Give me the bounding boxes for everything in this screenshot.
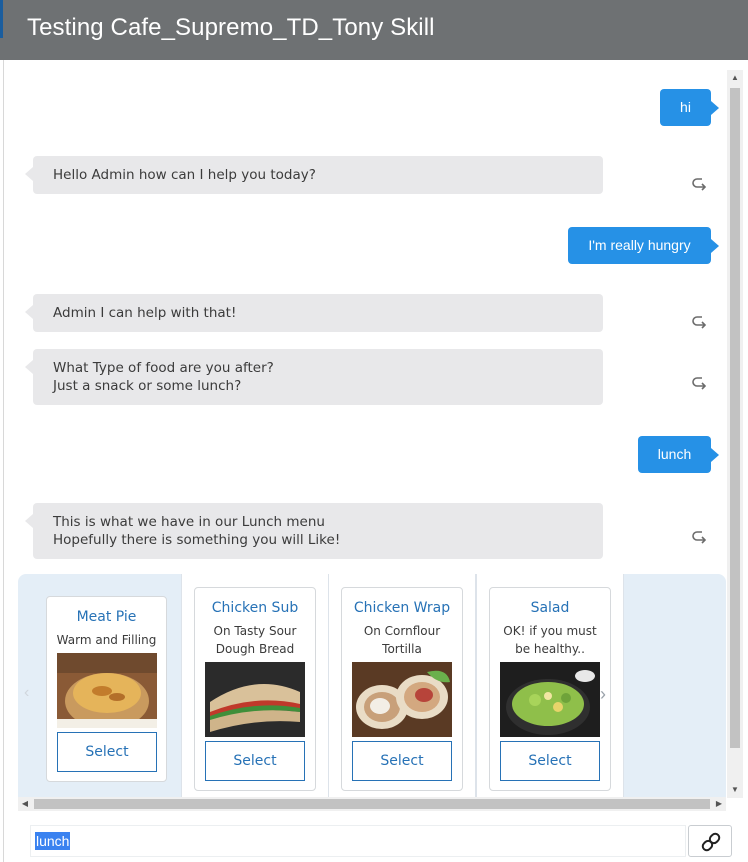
window-title: Testing Cafe_Supremo_TD_Tony Skill [27,14,435,41]
card-title: Chicken Sub [211,600,299,616]
bot-message: Admin I can help with that! [25,294,603,332]
menu-card-meat-pie: Meat Pie Warm and Filling Select [46,596,167,782]
select-button[interactable]: Select [500,741,600,781]
select-button[interactable]: Select [352,741,452,781]
title-accent [0,0,3,38]
bot-message-line: What Type of food are you after? [53,360,274,376]
reply-icon[interactable] [690,528,710,548]
scroll-right-arrow-icon[interactable]: ▶ [712,797,726,811]
card-subtitle: Warm and Filling [56,633,157,647]
user-message: lunch [638,436,719,473]
card-subtitle: On Cornflour Tortilla [363,624,441,656]
menu-card-salad: Salad OK! if you must be healthy.. Selec… [489,587,611,791]
meat-pie-image [57,653,157,728]
menu-card-chicken-wrap: Chicken Wrap On Cornflour Tortilla Selec… [341,587,463,791]
bot-message-line: Admin I can help with that! [53,305,237,321]
select-button[interactable]: Select [205,741,305,781]
attach-link-button[interactable] [688,825,732,857]
horizontal-scrollbar[interactable]: ◀ ▶ [18,797,726,811]
card-subtitle: OK! if you must be healthy.. [503,624,597,656]
bot-message: This is what we have in our Lunch menu H… [25,503,603,559]
link-icon [701,832,721,852]
scroll-down-arrow-icon[interactable]: ▼ [727,782,743,798]
card-title: Salad [530,600,570,616]
bot-message-line: Hello Admin how can I help you today? [53,167,316,183]
bot-message-line: Hopefully there is something you will Li… [53,532,341,548]
menu-card-chicken-sub: Chicken Sub On Tasty Sour Dough Bread Se… [194,587,316,791]
chicken-wrap-image [352,662,452,737]
chicken-sub-image [205,662,305,737]
vertical-scrollbar[interactable]: ▲ ▼ [727,70,743,798]
scroll-left-arrow-icon[interactable]: ◀ [18,797,32,811]
salad-image [500,662,600,737]
bot-message: What Type of food are you after? Just a … [25,349,603,405]
message-input-value: lunch [35,832,71,850]
scroll-up-arrow-icon[interactable]: ▲ [727,70,743,86]
reply-icon[interactable] [690,374,710,394]
vertical-scroll-thumb[interactable] [730,88,740,748]
select-button[interactable]: Select [57,732,157,772]
chevron-left-icon[interactable]: ‹ [24,684,29,702]
card-subtitle: On Tasty Sour Dough Bread [213,624,297,656]
bot-message: Hello Admin how can I help you today? [25,156,603,194]
message-input[interactable]: lunch [30,825,686,857]
user-message: I'm really hungry [568,227,719,264]
horizontal-scroll-thumb[interactable] [34,799,710,809]
title-bar: Testing Cafe_Supremo_TD_Tony Skill [0,0,748,60]
user-message: hi [660,89,719,126]
bot-message-line: Just a snack or some lunch? [53,378,242,394]
chevron-right-icon[interactable]: › [600,684,606,705]
reply-icon[interactable] [690,175,710,195]
card-title: Chicken Wrap [353,600,451,616]
reply-icon[interactable] [690,313,710,333]
card-title: Meat Pie [76,609,137,625]
bot-message-line: This is what we have in our Lunch menu [53,514,325,530]
